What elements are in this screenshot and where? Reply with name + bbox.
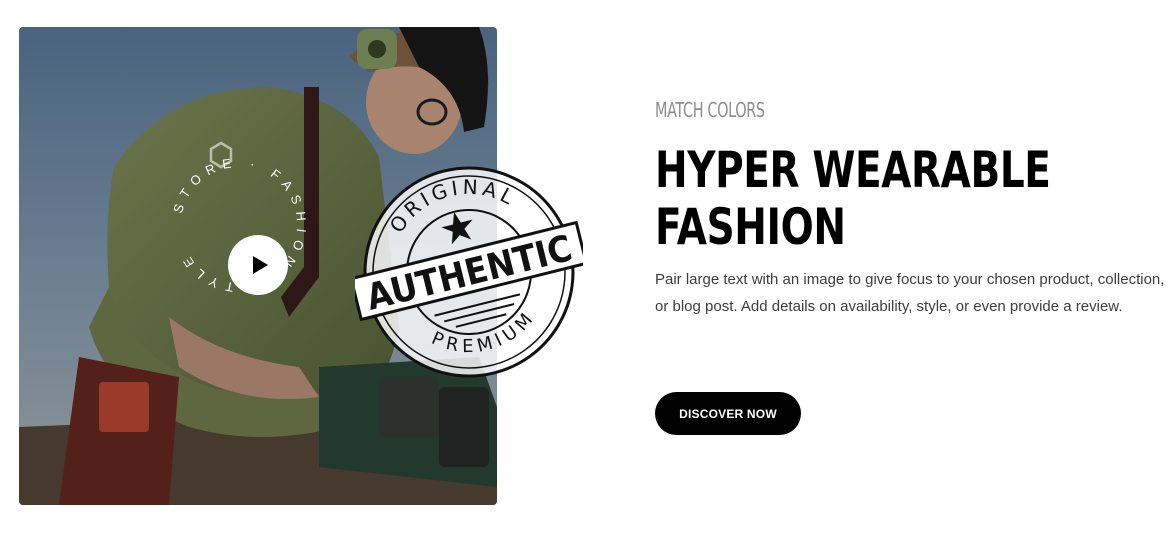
feature-content: MATCH COLORS HYPER WEARABLE FASHION Pair… <box>655 96 1175 320</box>
title-line-2: FASHION <box>655 198 846 256</box>
section-subtitle: MATCH COLORS <box>655 98 765 122</box>
play-video-button[interactable] <box>228 235 288 295</box>
authentic-stamp: ORIGINAL PREMIUM AUTHENTIC <box>355 160 583 378</box>
discover-now-button[interactable]: DISCOVER NOW <box>655 392 801 435</box>
title-line-1: HYPER WEARABLE <box>655 141 1051 199</box>
section-description: Pair large text with an image to give fo… <box>655 271 1165 315</box>
section-title: HYPER WEARABLE FASHION <box>655 142 1092 256</box>
play-icon <box>252 256 268 274</box>
